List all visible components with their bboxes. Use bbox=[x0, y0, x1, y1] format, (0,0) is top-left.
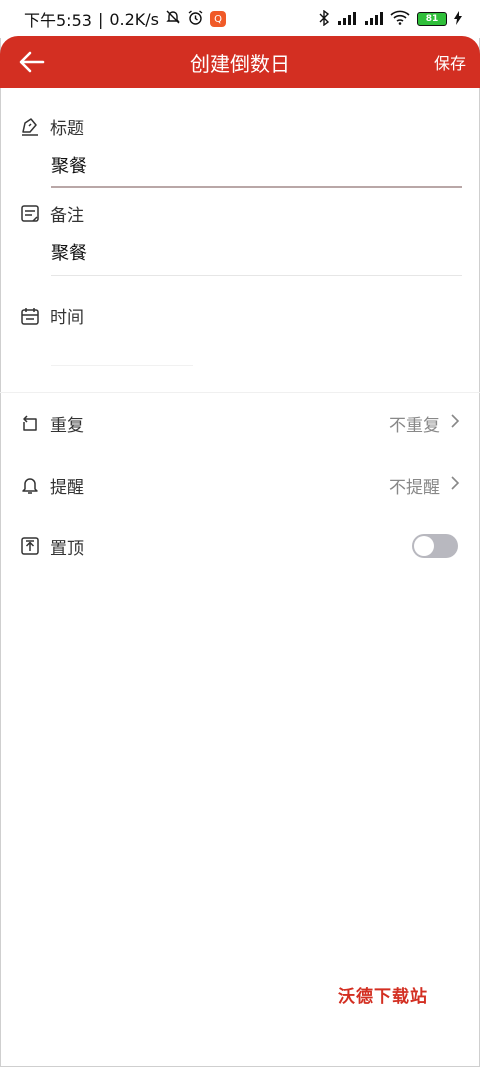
status-bar: 下午5:53 | 0.2K/s Q 81 bbox=[0, 0, 480, 38]
repeat-value-group: 不重复 bbox=[389, 411, 460, 436]
app-header: 创建倒数日 保存 bbox=[0, 36, 480, 88]
signal-1-icon bbox=[336, 11, 356, 28]
wifi-icon bbox=[390, 10, 410, 28]
pin-row: 置顶 bbox=[0, 521, 480, 571]
chevron-right-icon bbox=[450, 475, 460, 496]
charging-icon bbox=[454, 10, 462, 28]
title-input[interactable]: 聚餐 bbox=[51, 152, 87, 178]
time-label: 时间 bbox=[50, 308, 84, 328]
status-time: 下午5:53 bbox=[24, 11, 92, 30]
watermark-text: 沃德下载站 bbox=[338, 987, 428, 1007]
note-label: 备注 bbox=[50, 206, 84, 226]
time-label-row: 时间 bbox=[20, 303, 84, 328]
status-separator: | bbox=[97, 9, 104, 29]
bell-icon bbox=[20, 475, 40, 495]
status-left: 下午5:53 | 0.2K/s Q bbox=[24, 7, 226, 31]
pin-top-icon bbox=[20, 536, 40, 556]
app-notification-icon: Q bbox=[210, 11, 226, 27]
title-input-underline bbox=[51, 186, 462, 188]
time-input-underline bbox=[51, 365, 193, 366]
reminder-label-group: 提醒 bbox=[20, 473, 84, 498]
calendar-icon bbox=[20, 306, 40, 326]
time-picker-input[interactable] bbox=[51, 338, 191, 366]
pin-toggle[interactable] bbox=[412, 534, 458, 558]
section-divider bbox=[0, 392, 480, 393]
mute-bell-icon bbox=[165, 9, 181, 29]
title-tag-icon bbox=[20, 117, 40, 137]
chevron-right-icon bbox=[450, 413, 460, 434]
note-input[interactable]: 聚餐 bbox=[51, 239, 87, 265]
signal-2-icon bbox=[363, 11, 383, 28]
reminder-value-group: 不提醒 bbox=[389, 473, 460, 498]
pin-label: 置顶 bbox=[50, 538, 84, 559]
note-label-row: 备注 bbox=[20, 201, 84, 226]
note-icon bbox=[20, 204, 40, 224]
title-label-row: 标题 bbox=[20, 114, 84, 139]
page-title: 创建倒数日 bbox=[190, 51, 290, 76]
back-arrow-icon bbox=[19, 51, 45, 73]
back-button[interactable] bbox=[14, 46, 50, 78]
reminder-row[interactable]: 提醒 不提醒 bbox=[0, 460, 480, 510]
save-button[interactable]: 保存 bbox=[434, 50, 466, 74]
note-input-underline bbox=[51, 275, 462, 276]
pin-label-group: 置顶 bbox=[20, 534, 84, 559]
reminder-value: 不提醒 bbox=[389, 477, 440, 498]
repeat-label-group: 重复 bbox=[20, 411, 84, 436]
alarm-clock-icon bbox=[187, 9, 204, 30]
bluetooth-icon bbox=[319, 9, 330, 29]
title-label: 标题 bbox=[50, 119, 84, 139]
battery-icon: 81 bbox=[417, 12, 447, 26]
repeat-label: 重复 bbox=[50, 415, 84, 436]
repeat-value: 不重复 bbox=[389, 415, 440, 436]
repeat-row[interactable]: 重复 不重复 bbox=[0, 398, 480, 448]
repeat-icon bbox=[20, 413, 40, 433]
reminder-label: 提醒 bbox=[50, 477, 84, 498]
toggle-knob bbox=[414, 536, 434, 556]
network-speed: 0.2K/s bbox=[109, 9, 159, 29]
status-right: 81 bbox=[319, 9, 462, 29]
